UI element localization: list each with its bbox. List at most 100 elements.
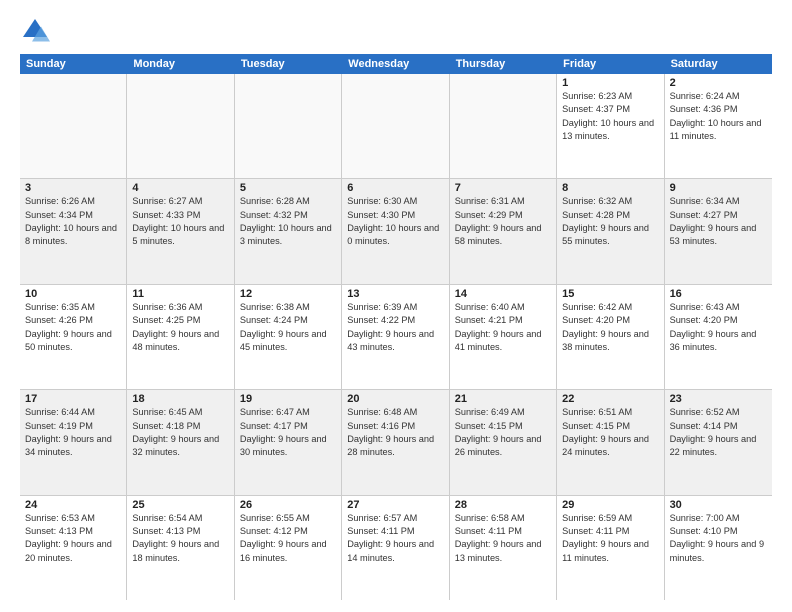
cell-info: Sunrise: 6:54 AMSunset: 4:13 PMDaylight:… [132,512,228,565]
day-number: 1 [562,77,658,89]
calendar-cell: 28Sunrise: 6:58 AMSunset: 4:11 PMDayligh… [450,496,557,600]
header-day-monday: Monday [127,54,234,74]
day-number: 4 [132,182,228,194]
calendar-week-1: 1Sunrise: 6:23 AMSunset: 4:37 PMDaylight… [20,74,772,179]
header-day-sunday: Sunday [20,54,127,74]
day-number: 6 [347,182,443,194]
day-number: 15 [562,288,658,300]
day-number: 20 [347,393,443,405]
cell-info: Sunrise: 6:34 AMSunset: 4:27 PMDaylight:… [670,195,767,248]
calendar-week-5: 24Sunrise: 6:53 AMSunset: 4:13 PMDayligh… [20,496,772,600]
cell-info: Sunrise: 6:51 AMSunset: 4:15 PMDaylight:… [562,406,658,459]
calendar-cell: 17Sunrise: 6:44 AMSunset: 4:19 PMDayligh… [20,390,127,494]
cell-info: Sunrise: 6:57 AMSunset: 4:11 PMDaylight:… [347,512,443,565]
calendar-cell: 7Sunrise: 6:31 AMSunset: 4:29 PMDaylight… [450,179,557,283]
day-number: 23 [670,393,767,405]
day-number: 7 [455,182,551,194]
cell-info: Sunrise: 6:45 AMSunset: 4:18 PMDaylight:… [132,406,228,459]
day-number: 13 [347,288,443,300]
calendar-cell: 18Sunrise: 6:45 AMSunset: 4:18 PMDayligh… [127,390,234,494]
day-number: 29 [562,499,658,511]
calendar-cell: 15Sunrise: 6:42 AMSunset: 4:20 PMDayligh… [557,285,664,389]
day-number: 28 [455,499,551,511]
calendar-cell: 25Sunrise: 6:54 AMSunset: 4:13 PMDayligh… [127,496,234,600]
calendar-body: 1Sunrise: 6:23 AMSunset: 4:37 PMDaylight… [20,74,772,600]
calendar-cell: 27Sunrise: 6:57 AMSunset: 4:11 PMDayligh… [342,496,449,600]
cell-info: Sunrise: 6:53 AMSunset: 4:13 PMDaylight:… [25,512,121,565]
day-number: 21 [455,393,551,405]
calendar-cell [20,74,127,178]
cell-info: Sunrise: 6:32 AMSunset: 4:28 PMDaylight:… [562,195,658,248]
day-number: 11 [132,288,228,300]
cell-info: Sunrise: 6:36 AMSunset: 4:25 PMDaylight:… [132,301,228,354]
calendar-cell: 5Sunrise: 6:28 AMSunset: 4:32 PMDaylight… [235,179,342,283]
day-number: 12 [240,288,336,300]
page: SundayMondayTuesdayWednesdayThursdayFrid… [0,0,792,612]
logo [20,16,54,46]
header-day-wednesday: Wednesday [342,54,449,74]
cell-info: Sunrise: 6:27 AMSunset: 4:33 PMDaylight:… [132,195,228,248]
calendar-cell: 16Sunrise: 6:43 AMSunset: 4:20 PMDayligh… [665,285,772,389]
day-number: 26 [240,499,336,511]
calendar-cell [127,74,234,178]
calendar-cell: 12Sunrise: 6:38 AMSunset: 4:24 PMDayligh… [235,285,342,389]
day-number: 19 [240,393,336,405]
day-number: 5 [240,182,336,194]
cell-info: Sunrise: 6:43 AMSunset: 4:20 PMDaylight:… [670,301,767,354]
cell-info: Sunrise: 6:55 AMSunset: 4:12 PMDaylight:… [240,512,336,565]
calendar-cell: 2Sunrise: 6:24 AMSunset: 4:36 PMDaylight… [665,74,772,178]
cell-info: Sunrise: 6:39 AMSunset: 4:22 PMDaylight:… [347,301,443,354]
calendar-cell: 14Sunrise: 6:40 AMSunset: 4:21 PMDayligh… [450,285,557,389]
header [20,16,772,46]
calendar-cell: 8Sunrise: 6:32 AMSunset: 4:28 PMDaylight… [557,179,664,283]
calendar-cell: 13Sunrise: 6:39 AMSunset: 4:22 PMDayligh… [342,285,449,389]
calendar-cell: 26Sunrise: 6:55 AMSunset: 4:12 PMDayligh… [235,496,342,600]
cell-info: Sunrise: 6:48 AMSunset: 4:16 PMDaylight:… [347,406,443,459]
calendar-cell [342,74,449,178]
calendar-cell: 4Sunrise: 6:27 AMSunset: 4:33 PMDaylight… [127,179,234,283]
calendar-cell: 23Sunrise: 6:52 AMSunset: 4:14 PMDayligh… [665,390,772,494]
calendar-cell: 10Sunrise: 6:35 AMSunset: 4:26 PMDayligh… [20,285,127,389]
cell-info: Sunrise: 6:40 AMSunset: 4:21 PMDaylight:… [455,301,551,354]
calendar-cell: 29Sunrise: 6:59 AMSunset: 4:11 PMDayligh… [557,496,664,600]
cell-info: Sunrise: 6:44 AMSunset: 4:19 PMDaylight:… [25,406,121,459]
day-number: 16 [670,288,767,300]
calendar-cell: 9Sunrise: 6:34 AMSunset: 4:27 PMDaylight… [665,179,772,283]
cell-info: Sunrise: 6:23 AMSunset: 4:37 PMDaylight:… [562,90,658,143]
calendar-cell [235,74,342,178]
day-number: 30 [670,499,767,511]
calendar-cell: 11Sunrise: 6:36 AMSunset: 4:25 PMDayligh… [127,285,234,389]
calendar-cell: 20Sunrise: 6:48 AMSunset: 4:16 PMDayligh… [342,390,449,494]
calendar-header: SundayMondayTuesdayWednesdayThursdayFrid… [20,54,772,74]
day-number: 14 [455,288,551,300]
day-number: 18 [132,393,228,405]
calendar-cell: 22Sunrise: 6:51 AMSunset: 4:15 PMDayligh… [557,390,664,494]
calendar-cell [450,74,557,178]
cell-info: Sunrise: 7:00 AMSunset: 4:10 PMDaylight:… [670,512,767,565]
cell-info: Sunrise: 6:30 AMSunset: 4:30 PMDaylight:… [347,195,443,248]
calendar-week-2: 3Sunrise: 6:26 AMSunset: 4:34 PMDaylight… [20,179,772,284]
cell-info: Sunrise: 6:52 AMSunset: 4:14 PMDaylight:… [670,406,767,459]
header-day-thursday: Thursday [450,54,557,74]
calendar-cell: 30Sunrise: 7:00 AMSunset: 4:10 PMDayligh… [665,496,772,600]
cell-info: Sunrise: 6:26 AMSunset: 4:34 PMDaylight:… [25,195,121,248]
cell-info: Sunrise: 6:58 AMSunset: 4:11 PMDaylight:… [455,512,551,565]
calendar: SundayMondayTuesdayWednesdayThursdayFrid… [20,54,772,600]
calendar-cell: 24Sunrise: 6:53 AMSunset: 4:13 PMDayligh… [20,496,127,600]
calendar-cell: 19Sunrise: 6:47 AMSunset: 4:17 PMDayligh… [235,390,342,494]
cell-info: Sunrise: 6:49 AMSunset: 4:15 PMDaylight:… [455,406,551,459]
day-number: 9 [670,182,767,194]
day-number: 17 [25,393,121,405]
calendar-cell: 1Sunrise: 6:23 AMSunset: 4:37 PMDaylight… [557,74,664,178]
day-number: 8 [562,182,658,194]
cell-info: Sunrise: 6:28 AMSunset: 4:32 PMDaylight:… [240,195,336,248]
calendar-week-4: 17Sunrise: 6:44 AMSunset: 4:19 PMDayligh… [20,390,772,495]
day-number: 24 [25,499,121,511]
day-number: 3 [25,182,121,194]
header-day-tuesday: Tuesday [235,54,342,74]
logo-icon [20,16,50,46]
header-day-saturday: Saturday [665,54,772,74]
day-number: 22 [562,393,658,405]
day-number: 25 [132,499,228,511]
calendar-cell: 6Sunrise: 6:30 AMSunset: 4:30 PMDaylight… [342,179,449,283]
